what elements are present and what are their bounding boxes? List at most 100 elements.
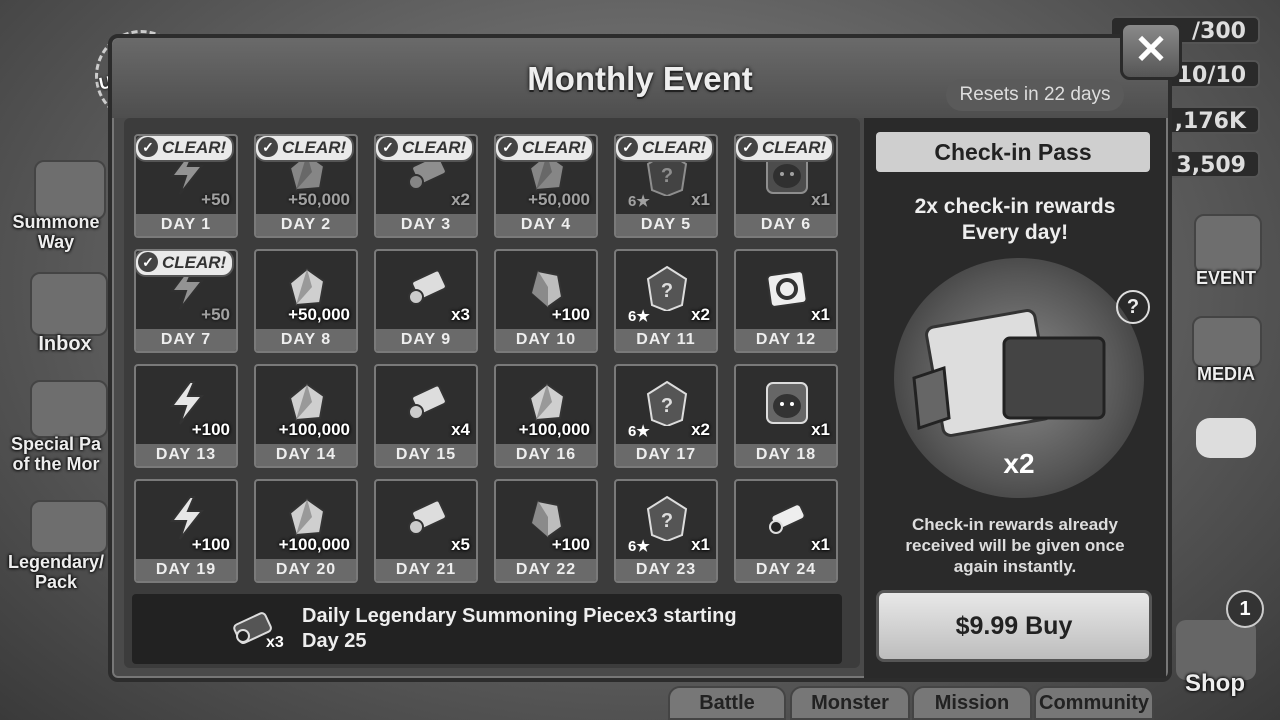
clear-badge: ✓ CLEAR!	[136, 136, 235, 162]
buy-button[interactable]: $9.99 Buy	[876, 590, 1152, 662]
day-cell[interactable]: +100 DAY 10	[494, 249, 598, 353]
clear-label: CLEAR!	[162, 253, 227, 272]
day-cell[interactable]: x1 DAY 24	[734, 479, 838, 583]
day-cell[interactable]: x1 DAY 18	[734, 364, 838, 468]
reward-amount: x2	[451, 190, 470, 209]
day-cell[interactable]: +100 DAY 13	[134, 364, 238, 468]
devilmon-icon	[764, 265, 810, 311]
day-cell[interactable]: x2 DAY 3 ✓ CLEAR!	[374, 134, 478, 238]
day-label: DAY 10	[496, 329, 596, 351]
event-button[interactable]	[1194, 214, 1262, 274]
day-label: DAY 3	[376, 214, 476, 236]
legendary-pack-label: Legendary/Pack	[7, 552, 105, 592]
reset-timer: Resets in 22 days	[946, 79, 1124, 111]
day-label: DAY 15	[376, 444, 476, 466]
check-icon: ✓	[618, 137, 638, 157]
check-icon: ✓	[738, 137, 758, 157]
day-cell[interactable]: x3 DAY 9	[374, 249, 478, 353]
close-button[interactable]: ✕	[1120, 22, 1182, 80]
reward-amount: +50	[201, 190, 230, 209]
panel-header: Monthly Event Resets in 22 days	[112, 38, 1168, 118]
reward-amount: +100,000	[278, 420, 350, 439]
reward-amount: +50,000	[528, 190, 590, 209]
day-cell[interactable]: ? 6★ x2 DAY 17	[614, 364, 718, 468]
footer-text: Daily Legendary Summoning Piecex3 starti…	[302, 605, 737, 652]
day-cell[interactable]: +50 DAY 1 ✓ CLEAR!	[134, 134, 238, 238]
star-grade: 6★	[628, 308, 650, 325]
day-label: DAY 22	[496, 559, 596, 581]
reward-amount: x1	[691, 535, 710, 554]
help-icon[interactable]: ?	[1116, 290, 1150, 324]
day-cell[interactable]: ? 6★ x2 DAY 11	[614, 249, 718, 353]
bottom-tab-mission[interactable]: Mission	[912, 686, 1032, 720]
bottom-tab-monster[interactable]: Monster	[790, 686, 910, 720]
star-grade: 6★	[628, 423, 650, 440]
day-cell[interactable]: x1 DAY 6 ✓ CLEAR!	[734, 134, 838, 238]
day-cell[interactable]: +100 DAY 19	[134, 479, 238, 583]
day-label: DAY 1	[136, 214, 236, 236]
clear-badge: ✓ CLEAR!	[736, 136, 835, 162]
clear-label: CLEAR!	[402, 138, 467, 157]
day-label: DAY 8	[256, 329, 356, 351]
inbox-button[interactable]	[30, 272, 108, 336]
day-label: DAY 21	[376, 559, 476, 581]
day-cell[interactable]: x5 DAY 21	[374, 479, 478, 583]
summoners-way-label: Summone Way	[12, 212, 100, 252]
day-cell[interactable]: ? 6★ x1 DAY 5 ✓ CLEAR!	[614, 134, 718, 238]
reward-amount: x3	[451, 305, 470, 324]
mystery-rune-icon: ?	[644, 265, 690, 311]
scroll-icon	[404, 495, 450, 541]
legendary-scroll-icon	[764, 495, 810, 541]
check-icon: ✓	[138, 137, 158, 157]
day-label: DAY 20	[256, 559, 356, 581]
check-icon: ✓	[138, 252, 158, 272]
svg-text:?: ?	[661, 395, 673, 417]
day-cell[interactable]: +100,000 DAY 14	[254, 364, 358, 468]
day-cell[interactable]: +100 DAY 22	[494, 479, 598, 583]
day-cell[interactable]: +100,000 DAY 16	[494, 364, 598, 468]
legendary-pack-button[interactable]	[30, 500, 108, 554]
day-label: DAY 11	[616, 329, 716, 351]
reward-amount: x2	[691, 305, 710, 324]
bottom-tab-community[interactable]: Community	[1034, 686, 1154, 720]
clear-label: CLEAR!	[642, 138, 707, 157]
special-pack-button[interactable]	[30, 380, 108, 438]
shop-label: Shop	[1185, 670, 1245, 697]
day-label: DAY 9	[376, 329, 476, 351]
reward-amount: +100	[191, 420, 230, 439]
day-cell[interactable]: x4 DAY 15	[374, 364, 478, 468]
shop-badge: 1	[1226, 590, 1264, 628]
summoners-way-button[interactable]	[34, 160, 106, 220]
monster-icon	[764, 380, 810, 426]
bottom-tab-battle[interactable]: Battle	[668, 686, 786, 720]
day-cell[interactable]: +50,000 DAY 4 ✓ CLEAR!	[494, 134, 598, 238]
reward-amount: +100,000	[518, 420, 590, 439]
special-pack-label: Special Pa of the Mor	[10, 434, 102, 474]
day-cell[interactable]: +50,000 DAY 2 ✓ CLEAR!	[254, 134, 358, 238]
day-label: DAY 2	[256, 214, 356, 236]
pass-subtitle: 2x check-in rewards Every day!	[914, 195, 1116, 244]
clear-badge: ✓ CLEAR!	[136, 251, 235, 277]
star-grade: 6★	[628, 538, 650, 555]
day-label: DAY 16	[496, 444, 596, 466]
day-cell[interactable]: +50,000 DAY 8	[254, 249, 358, 353]
day-label: DAY 14	[256, 444, 356, 466]
clear-badge: ✓ CLEAR!	[616, 136, 715, 162]
day-label: DAY 18	[736, 444, 836, 466]
media-button[interactable]	[1192, 316, 1262, 368]
reward-amount: x5	[451, 535, 470, 554]
day-label: DAY 6	[736, 214, 836, 236]
clear-label: CLEAR!	[522, 138, 587, 157]
pass-multiplier: x2	[1003, 448, 1034, 479]
day-cell[interactable]: +50 DAY 7 ✓ CLEAR!	[134, 249, 238, 353]
reward-amount: +100,000	[278, 535, 350, 554]
day-cell[interactable]: +100,000 DAY 20	[254, 479, 358, 583]
media-label: MEDIA	[1197, 364, 1255, 384]
pass-reward-art: x2	[894, 258, 1144, 498]
day-cell[interactable]: x1 DAY 12	[734, 249, 838, 353]
reward-amount: x1	[811, 535, 830, 554]
day-label: DAY 23	[616, 559, 716, 581]
gamepad-icon[interactable]	[1196, 418, 1256, 458]
reward-amount: +50,000	[288, 190, 350, 209]
day-cell[interactable]: ? 6★ x1 DAY 23	[614, 479, 718, 583]
